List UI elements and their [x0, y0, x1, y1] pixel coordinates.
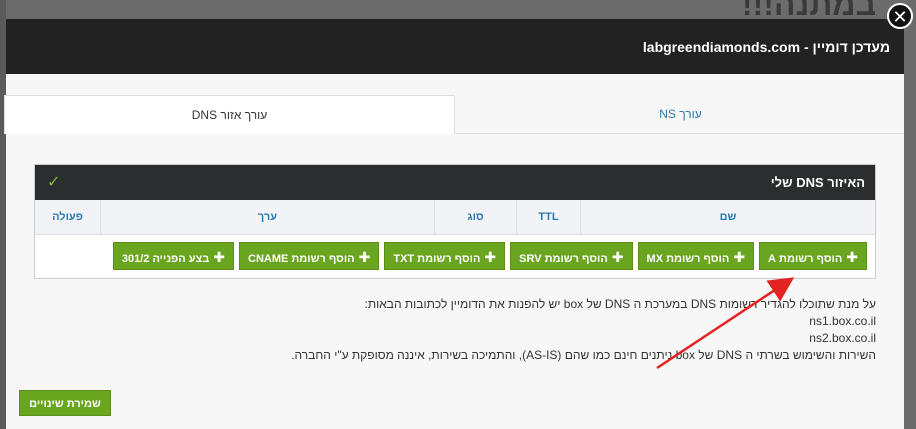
plus-icon: ✚: [484, 249, 497, 265]
tab-bar: עורך NS עורך אזור DNS: [4, 95, 904, 134]
info-disclaimer: השירות והשימוש בשרתי ה DNS של box ניתנים…: [291, 348, 876, 362]
nameserver-info: על מנת שתוכלו להגדיר רשומות DNS במערכת ה…: [36, 296, 876, 364]
column-value: ערך: [100, 200, 434, 234]
add-txt-record-button[interactable]: ✚הוסף רשומת TXT: [384, 242, 506, 270]
add-mx-record-button[interactable]: ✚הוסף רשומת MX: [637, 242, 755, 270]
column-ttl: TTL: [516, 200, 580, 234]
plus-icon: ✚: [358, 249, 371, 265]
modal-title: מעדכן דומיין - labgreendiamonds.com: [642, 38, 890, 55]
close-icon[interactable]: ✕: [887, 3, 913, 29]
column-name: שם: [580, 200, 875, 234]
tab-ns-editor[interactable]: עורך NS: [457, 95, 904, 133]
check-icon: ✓: [47, 174, 61, 191]
save-changes-button[interactable]: שמירת שינויים: [19, 390, 111, 416]
redirect-301-button[interactable]: ✚בצע הפנייה 301/2: [112, 242, 234, 270]
dns-zone-panel: האיזור DNS שלי ✓ שם TTL סוג ערך פעולה ✚ה…: [34, 164, 876, 279]
column-action: פעולה: [52, 211, 83, 223]
plus-icon: ✚: [611, 249, 624, 265]
tab-dns-zone-editor[interactable]: עורך אזור DNS: [4, 95, 455, 134]
column-type: סוג: [434, 200, 516, 234]
dns-zone-header: האיזור DNS שלי ✓: [35, 165, 875, 200]
nameserver-1: ns1.box.co.il: [809, 314, 876, 328]
plus-icon: ✚: [733, 249, 746, 265]
add-a-record-button[interactable]: ✚הוסף רשומת A: [759, 242, 867, 270]
info-line-1: על מנת שתוכלו להגדיר רשומות DNS במערכת ה…: [364, 297, 877, 311]
add-srv-record-button[interactable]: ✚הוסף רשומת SRV: [510, 242, 633, 270]
update-domain-modal: מעדכן דומיין - labgreendiamonds.com עורך…: [4, 19, 904, 429]
plus-icon: ✚: [846, 249, 858, 265]
table-header-row: שם TTL סוג ערך פעולה: [35, 200, 875, 235]
nameserver-2: ns2.box.co.il: [809, 331, 876, 345]
add-record-buttons: ✚הוסף רשומת A ✚הוסף רשומת MX ✚הוסף רשומת…: [35, 235, 875, 278]
tab-content: האיזור DNS שלי ✓ שם TTL סוג ערך פעולה ✚ה…: [6, 134, 904, 429]
add-cname-record-button[interactable]: ✚הוסף רשומת CNAME: [239, 242, 380, 270]
modal-header: מעדכן דומיין - labgreendiamonds.com: [6, 19, 904, 74]
plus-icon: ✚: [213, 249, 225, 265]
dns-zone-title: האיזור DNS שלי: [770, 175, 865, 190]
